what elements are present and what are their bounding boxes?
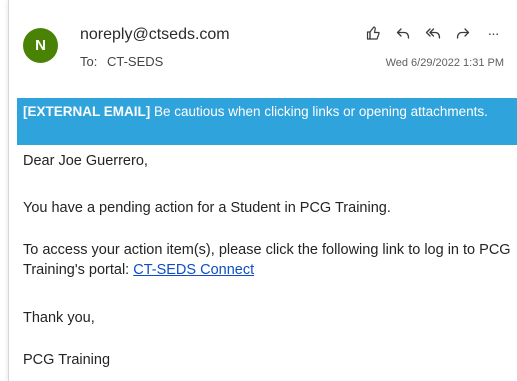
email-header: N noreply@ctseds.com To: CT-SEDS Wed 6/2… [9,0,517,82]
signature: PCG Training [23,352,111,368]
recipient-row: To: CT-SEDS [80,54,163,69]
external-email-banner: [EXTERNAL EMAIL] Be cautious when clicki… [17,98,517,145]
email-reading-pane: N noreply@ctseds.com To: CT-SEDS Wed 6/2… [8,0,517,381]
body-line-pending-action: You have a pending action for a Student … [23,200,391,216]
banner-text: Be cautious when clicking links or openi… [150,104,488,119]
greeting: Dear Joe Guerrero, [23,153,148,169]
sent-date: Wed 6/29/2022 1:31 PM [385,57,504,69]
reply-button[interactable] [388,22,418,44]
like-button[interactable] [358,22,388,44]
access-text: To access your action item(s), please cl… [23,242,511,278]
more-actions-button[interactable]: ··· [478,22,508,44]
forward-button[interactable] [448,22,478,44]
message-actions: ··· [358,22,508,44]
reply-all-icon [425,28,441,39]
closing: Thank you, [23,310,95,326]
reply-all-button[interactable] [418,22,448,44]
avatar[interactable]: N [23,28,58,63]
thumbs-up-icon [366,26,380,40]
reply-icon [396,28,410,39]
forward-icon [456,28,470,39]
ct-seds-connect-link[interactable]: CT-SEDS Connect [133,262,254,278]
more-icon: ··· [487,25,500,41]
external-email-tag: [EXTERNAL EMAIL] [23,104,151,119]
to-label: To: [80,54,98,69]
body-line-access: To access your action item(s), please cl… [23,240,517,280]
recipient-name[interactable]: CT-SEDS [107,54,163,69]
sender-address[interactable]: noreply@ctseds.com [80,26,230,44]
